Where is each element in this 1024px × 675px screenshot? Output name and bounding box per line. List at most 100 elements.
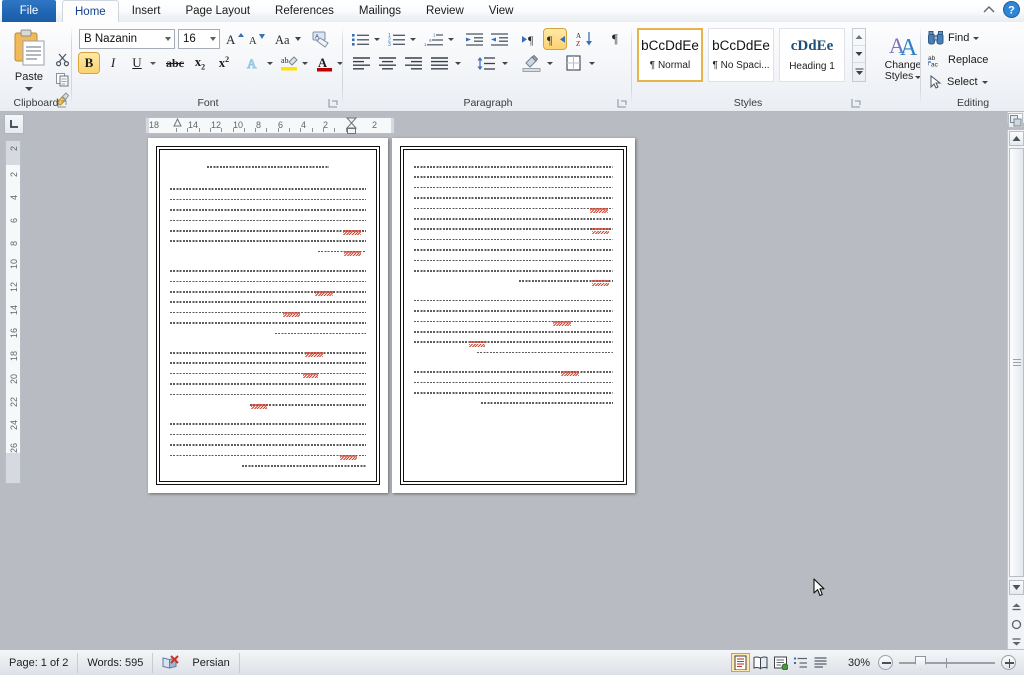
view-button-full-screen-reading[interactable] xyxy=(752,654,769,671)
styles-more-button[interactable] xyxy=(853,63,865,80)
view-button-outline[interactable] xyxy=(792,654,809,671)
tab-mailings[interactable]: Mailings xyxy=(347,0,413,22)
tab-review[interactable]: Review xyxy=(414,0,476,22)
vertical-scrollbar[interactable] xyxy=(1007,130,1024,649)
style-item-no-spaci[interactable]: bCcDdEe ¶ No Spaci... xyxy=(708,28,774,82)
styles-scroll-up-button[interactable] xyxy=(853,29,865,46)
subscript-button[interactable]: x2 xyxy=(189,53,211,73)
next-page-button[interactable] xyxy=(1009,634,1024,649)
document-page-1[interactable] xyxy=(148,138,388,493)
tab-page-layout[interactable]: Page Layout xyxy=(173,0,262,22)
show-formatting-marks-button[interactable]: ¶ xyxy=(604,29,626,49)
document-page-2[interactable] xyxy=(392,138,635,493)
borders-dropdown[interactable] xyxy=(586,53,597,73)
shading-dropdown[interactable] xyxy=(544,53,555,73)
select-browse-object-button[interactable] xyxy=(1009,617,1024,632)
bullets-dropdown[interactable] xyxy=(371,29,382,49)
strikethrough-button[interactable]: abc xyxy=(163,53,187,73)
change-case-button[interactable]: Aa xyxy=(273,29,303,49)
view-button-print-layout[interactable] xyxy=(731,653,750,672)
tab-file[interactable]: File xyxy=(2,0,56,22)
shrink-font-icon: A xyxy=(249,34,265,47)
underline-dropdown[interactable] xyxy=(147,53,159,73)
sort-button[interactable]: A Z xyxy=(574,29,598,49)
paste-button[interactable]: Paste xyxy=(6,27,52,93)
chevron-up-icon[interactable] xyxy=(981,2,997,18)
rtl-text-direction-button[interactable]: ¶ xyxy=(543,28,567,50)
multilevel-list-dropdown[interactable] xyxy=(445,29,456,49)
justify-button[interactable] xyxy=(428,53,452,73)
tab-insert[interactable]: Insert xyxy=(120,0,173,22)
numbering-dropdown[interactable] xyxy=(407,29,418,49)
select-browse-corner-button[interactable] xyxy=(1008,113,1023,128)
bullets-button[interactable] xyxy=(350,29,372,49)
zoom-out-button[interactable] xyxy=(878,655,893,670)
font-size-combobox[interactable]: 16 xyxy=(178,29,220,49)
text-highlight-button[interactable]: ab xyxy=(278,53,300,73)
italic-button[interactable]: I xyxy=(103,53,123,73)
ltr-text-direction-button[interactable]: ¶ xyxy=(520,29,542,49)
style-item-normal[interactable]: bCcDdEe ¶ Normal xyxy=(637,28,703,82)
line-spacing-dropdown[interactable] xyxy=(499,53,510,73)
horizontal-ruler[interactable]: 18 14 12 10 8 6 4 2 2 xyxy=(145,117,395,134)
align-right-button[interactable] xyxy=(402,53,426,73)
help-question-icon[interactable]: ? xyxy=(1003,1,1020,18)
decrease-indent-button[interactable] xyxy=(464,29,486,49)
zoom-level-label[interactable]: 30% xyxy=(840,657,870,669)
styles-dialog-launcher[interactable] xyxy=(851,98,862,109)
first-line-indent-marker[interactable] xyxy=(173,117,182,127)
numbering-button[interactable]: 123 xyxy=(386,29,408,49)
tab-references[interactable]: References xyxy=(263,0,346,22)
document-text-line xyxy=(170,219,366,222)
text-highlight-dropdown[interactable] xyxy=(299,53,310,73)
borders-button[interactable] xyxy=(562,53,586,73)
select-button[interactable]: Select xyxy=(926,72,1010,92)
underline-button[interactable]: U xyxy=(127,53,147,73)
style-item-heading-1[interactable]: cDdEe Heading 1 xyxy=(779,28,845,82)
copy-button[interactable] xyxy=(52,69,72,89)
shading-button[interactable] xyxy=(520,53,544,73)
grow-font-button[interactable]: A xyxy=(223,29,245,49)
document-canvas[interactable] xyxy=(0,112,1007,649)
cut-button[interactable] xyxy=(52,49,72,69)
paragraph-dialog-launcher[interactable] xyxy=(617,98,628,109)
zoom-slider[interactable] xyxy=(899,655,995,670)
line-spacing-button[interactable] xyxy=(474,53,498,73)
view-button-draft[interactable] xyxy=(812,654,829,671)
font-color-button[interactable]: A xyxy=(313,53,335,73)
scroll-down-button[interactable] xyxy=(1009,580,1024,595)
text-effects-dropdown[interactable] xyxy=(264,53,275,73)
increase-indent-button[interactable] xyxy=(489,29,511,49)
text-effects-button[interactable]: A xyxy=(243,53,265,73)
find-button[interactable]: Find xyxy=(926,28,1006,48)
align-center-button[interactable] xyxy=(376,53,400,73)
align-left-button[interactable] xyxy=(350,53,374,73)
tab-home[interactable]: Home xyxy=(62,0,119,22)
view-button-web-layout[interactable] xyxy=(772,654,789,671)
previous-page-button[interactable] xyxy=(1009,599,1024,614)
status-word-count[interactable]: Words: 595 xyxy=(78,652,154,673)
font-name-combobox[interactable]: B Nazanin xyxy=(79,29,175,49)
right-indent-marker[interactable] xyxy=(345,117,358,134)
superscript-button[interactable]: x2 xyxy=(213,53,235,73)
font-dialog-launcher[interactable] xyxy=(328,98,339,109)
styles-scroll-down-button[interactable] xyxy=(853,46,865,63)
zoom-in-button[interactable] xyxy=(1001,655,1016,670)
scroll-up-button[interactable] xyxy=(1009,131,1024,146)
bold-button[interactable]: B xyxy=(78,52,100,74)
ruler-number: 6 xyxy=(9,217,19,223)
tab-view[interactable]: View xyxy=(477,0,526,22)
line-spacing-icon xyxy=(477,56,495,70)
clear-formatting-button[interactable]: A xyxy=(309,29,333,49)
justify-dropdown[interactable] xyxy=(452,53,463,73)
status-page-indicator[interactable]: Page: 1 of 2 xyxy=(0,652,79,673)
replace-button[interactable]: ab ac Replace xyxy=(926,50,1014,70)
shrink-font-button[interactable]: A xyxy=(245,29,267,49)
scrollbar-thumb[interactable] xyxy=(1009,148,1024,577)
status-proofing[interactable]: Persian xyxy=(153,652,240,673)
clipboard-dialog-launcher[interactable] xyxy=(57,98,68,109)
multilevel-list-button[interactable]: 1a1 xyxy=(422,29,446,49)
zoom-slider-thumb[interactable] xyxy=(915,655,926,670)
tab-stop-selector[interactable] xyxy=(4,114,24,134)
vertical-ruler[interactable]: 2 2 4 6 8 10 12 14 16 18 20 22 24 26 xyxy=(5,140,21,484)
